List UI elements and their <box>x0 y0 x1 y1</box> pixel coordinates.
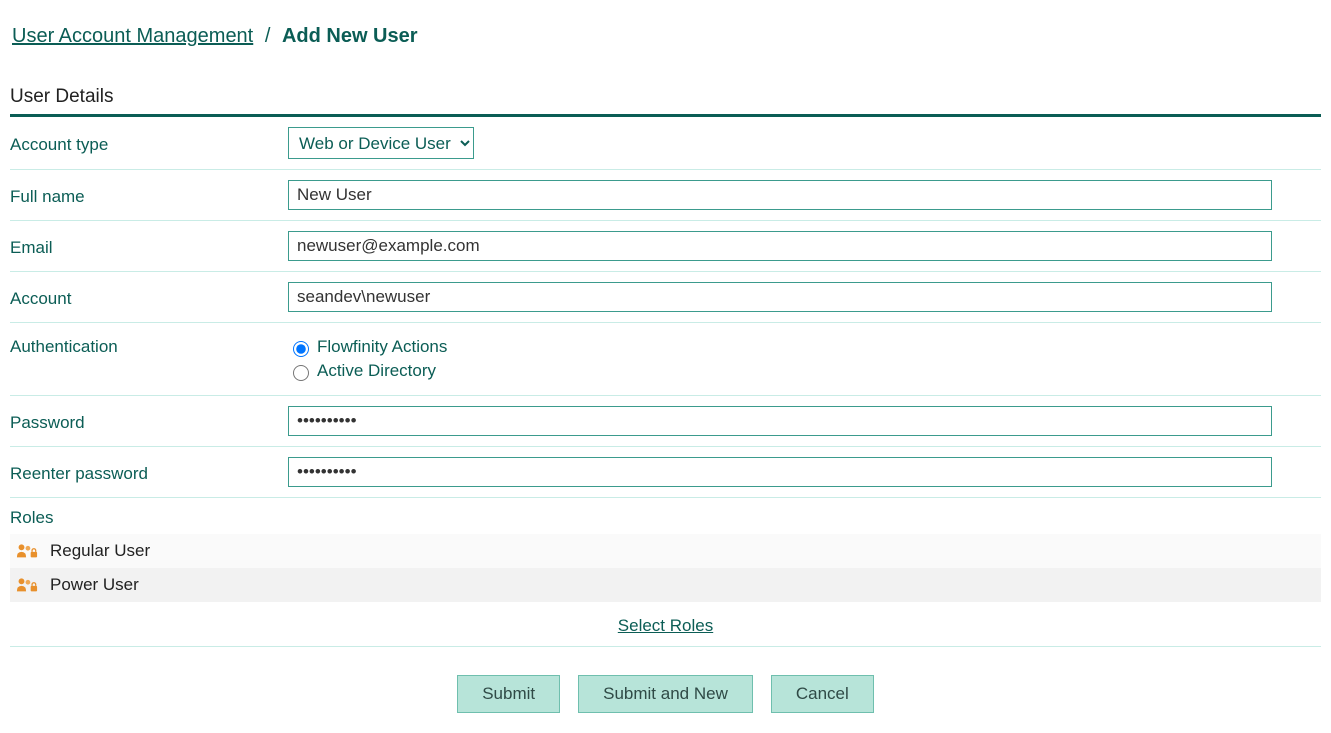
row-full-name: Full name <box>10 170 1321 221</box>
label-email: Email <box>10 234 288 258</box>
users-lock-icon <box>16 576 38 594</box>
row-account-type: Account type Web or Device User <box>10 117 1321 170</box>
submit-button[interactable]: Submit <box>457 675 560 713</box>
role-name: Regular User <box>50 541 150 561</box>
section-title-user-details: User Details <box>10 86 1321 117</box>
label-full-name: Full name <box>10 183 288 207</box>
label-reenter-password: Reenter password <box>10 460 288 484</box>
password-input[interactable] <box>288 406 1272 436</box>
button-bar: Submit Submit and New Cancel <box>10 647 1321 733</box>
account-type-select[interactable]: Web or Device User <box>288 127 474 159</box>
cancel-button[interactable]: Cancel <box>771 675 874 713</box>
auth-radio-flowfinity-label: Flowfinity Actions <box>317 337 447 357</box>
select-roles-container: Select Roles <box>10 602 1321 647</box>
breadcrumb-current: Add New User <box>282 25 418 47</box>
row-password: Password <box>10 396 1321 447</box>
row-authentication: Authentication Flowfinity Actions Active… <box>10 323 1321 396</box>
label-authentication: Authentication <box>10 333 288 357</box>
breadcrumb-root-link[interactable]: User Account Management <box>12 25 253 47</box>
auth-radio-active-directory[interactable]: Active Directory <box>288 361 1321 381</box>
row-email: Email <box>10 221 1321 272</box>
label-account-type: Account type <box>10 131 288 155</box>
role-row-power-user[interactable]: Power User <box>10 568 1321 602</box>
label-roles: Roles <box>10 498 1321 534</box>
label-account: Account <box>10 285 288 309</box>
select-roles-link[interactable]: Select Roles <box>618 616 713 635</box>
submit-and-new-button[interactable]: Submit and New <box>578 675 753 713</box>
users-lock-icon <box>16 542 38 560</box>
auth-radio-flowfinity[interactable]: Flowfinity Actions <box>288 337 1321 357</box>
email-input[interactable] <box>288 231 1272 261</box>
reenter-password-input[interactable] <box>288 457 1272 487</box>
breadcrumb: User Account Management / Add New User <box>10 0 1321 56</box>
row-account: Account <box>10 272 1321 323</box>
auth-radio-active-directory-input[interactable] <box>293 365 309 381</box>
role-row-regular-user[interactable]: Regular User <box>10 534 1321 568</box>
row-reenter-password: Reenter password <box>10 447 1321 498</box>
breadcrumb-separator: / <box>265 25 271 47</box>
label-password: Password <box>10 409 288 433</box>
full-name-input[interactable] <box>288 180 1272 210</box>
role-name: Power User <box>50 575 139 595</box>
auth-radio-active-directory-label: Active Directory <box>317 361 436 381</box>
auth-radio-flowfinity-input[interactable] <box>293 341 309 357</box>
account-input[interactable] <box>288 282 1272 312</box>
